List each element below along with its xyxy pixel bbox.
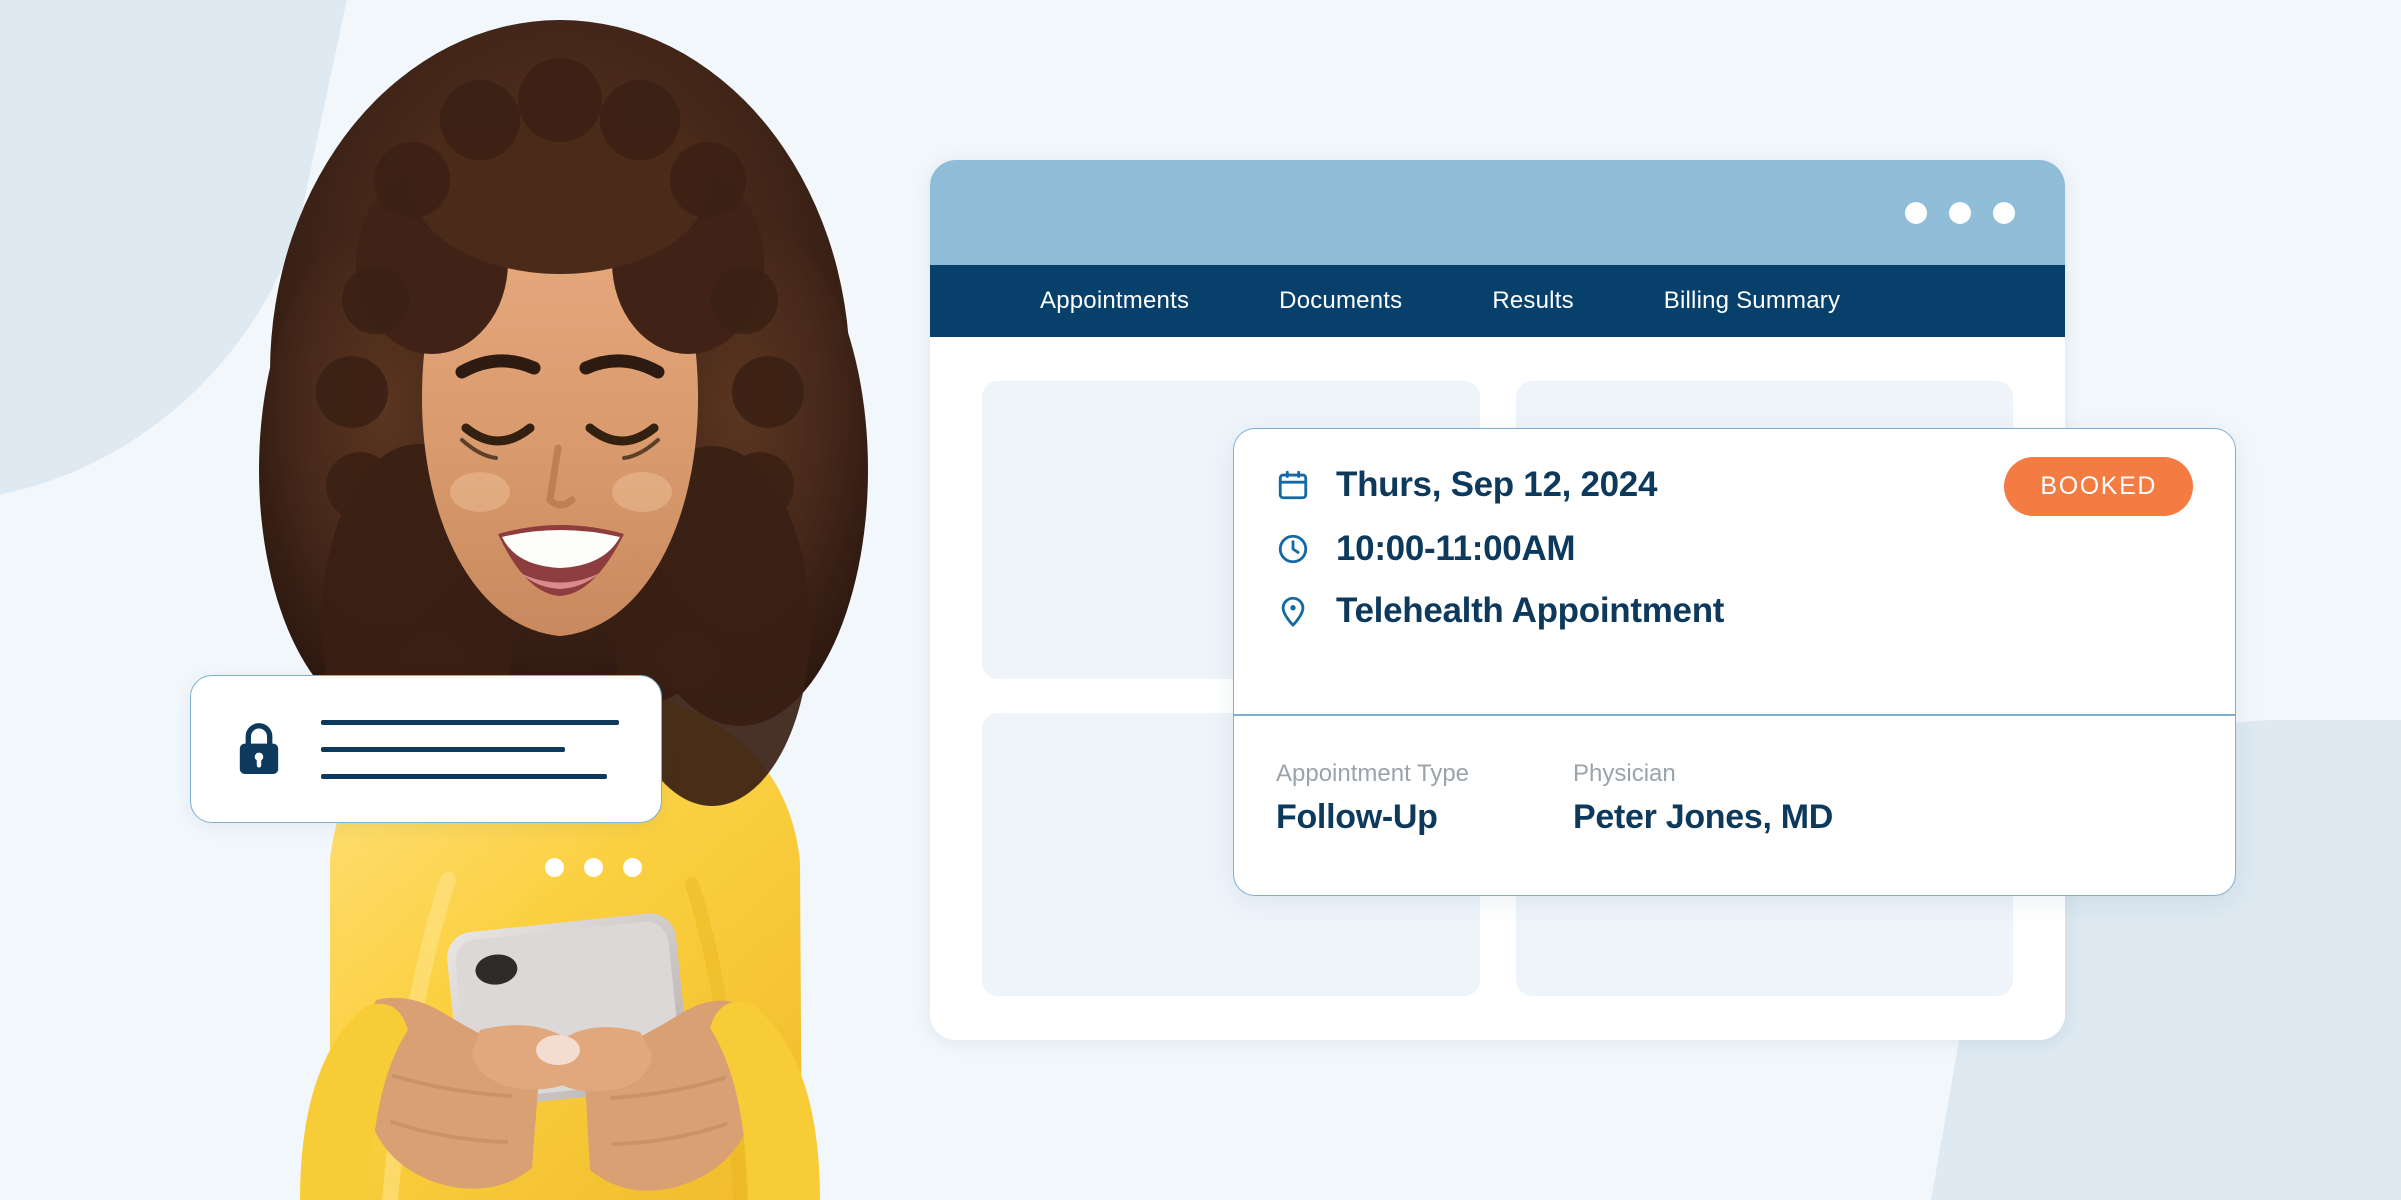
window-titlebar xyxy=(930,160,2065,265)
detail-label: Physician xyxy=(1573,759,1676,787)
portrait-photo xyxy=(180,0,940,1200)
clock-icon xyxy=(1278,534,1308,564)
nav-item-billing-summary[interactable]: Billing Summary xyxy=(1664,287,1840,315)
secure-message-card[interactable] xyxy=(190,675,662,823)
appointment-card[interactable]: Thurs, Sep 12, 2024 10:00-11:00AM Telehe… xyxy=(1233,428,2236,896)
nav-item-results[interactable]: Results xyxy=(1492,287,1573,315)
appointment-time-text: 10:00-11:00AM xyxy=(1336,529,1576,568)
detail-appointment-type: Appointment Type Follow-Up xyxy=(1276,760,1469,837)
map-pin-icon xyxy=(1281,596,1305,627)
appointment-details: Appointment Type Follow-Up Physician Pet… xyxy=(1234,716,2235,837)
appointment-location-row: Telehealth Appointment xyxy=(1276,591,2193,631)
appointment-time-row: 10:00-11:00AM xyxy=(1276,529,2193,569)
window-dot-2[interactable] xyxy=(1949,201,1971,224)
secure-placeholder-lines xyxy=(321,719,619,779)
status-badge[interactable]: BOOKED xyxy=(2004,457,2193,516)
typing-dot-2 xyxy=(584,858,603,877)
detail-label: Appointment Type xyxy=(1276,759,1470,787)
nav-item-documents[interactable]: Documents xyxy=(1279,287,1402,315)
detail-value: Follow-Up xyxy=(1276,797,1438,836)
detail-value: Peter Jones, MD xyxy=(1573,797,1834,836)
primary-navigation: Appointments Documents Results Billing S… xyxy=(930,265,2065,337)
typing-indicator-dots xyxy=(545,858,642,877)
calendar-icon xyxy=(1278,470,1308,500)
portrait-illustration xyxy=(259,20,868,1200)
nav-item-appointments[interactable]: Appointments xyxy=(1040,287,1189,315)
appointment-summary: Thurs, Sep 12, 2024 10:00-11:00AM Telehe… xyxy=(1234,429,2235,714)
placeholder-line-3 xyxy=(321,773,608,779)
window-control-dots xyxy=(1905,201,2015,224)
screenshot-stage: Appointments Documents Results Billing S… xyxy=(0,0,2401,1200)
placeholder-line-2 xyxy=(321,746,566,752)
window-dot-3[interactable] xyxy=(1993,201,2015,224)
window-dot-1[interactable] xyxy=(1905,201,1927,224)
detail-physician: Physician Peter Jones, MD xyxy=(1573,760,1833,837)
appointment-date-text: Thurs, Sep 12, 2024 xyxy=(1336,465,1658,504)
lock-icon xyxy=(239,723,279,774)
typing-dot-3 xyxy=(623,858,642,877)
typing-dot-1 xyxy=(545,858,564,877)
appointment-location-text: Telehealth Appointment xyxy=(1336,591,1725,630)
placeholder-line-1 xyxy=(321,719,619,725)
